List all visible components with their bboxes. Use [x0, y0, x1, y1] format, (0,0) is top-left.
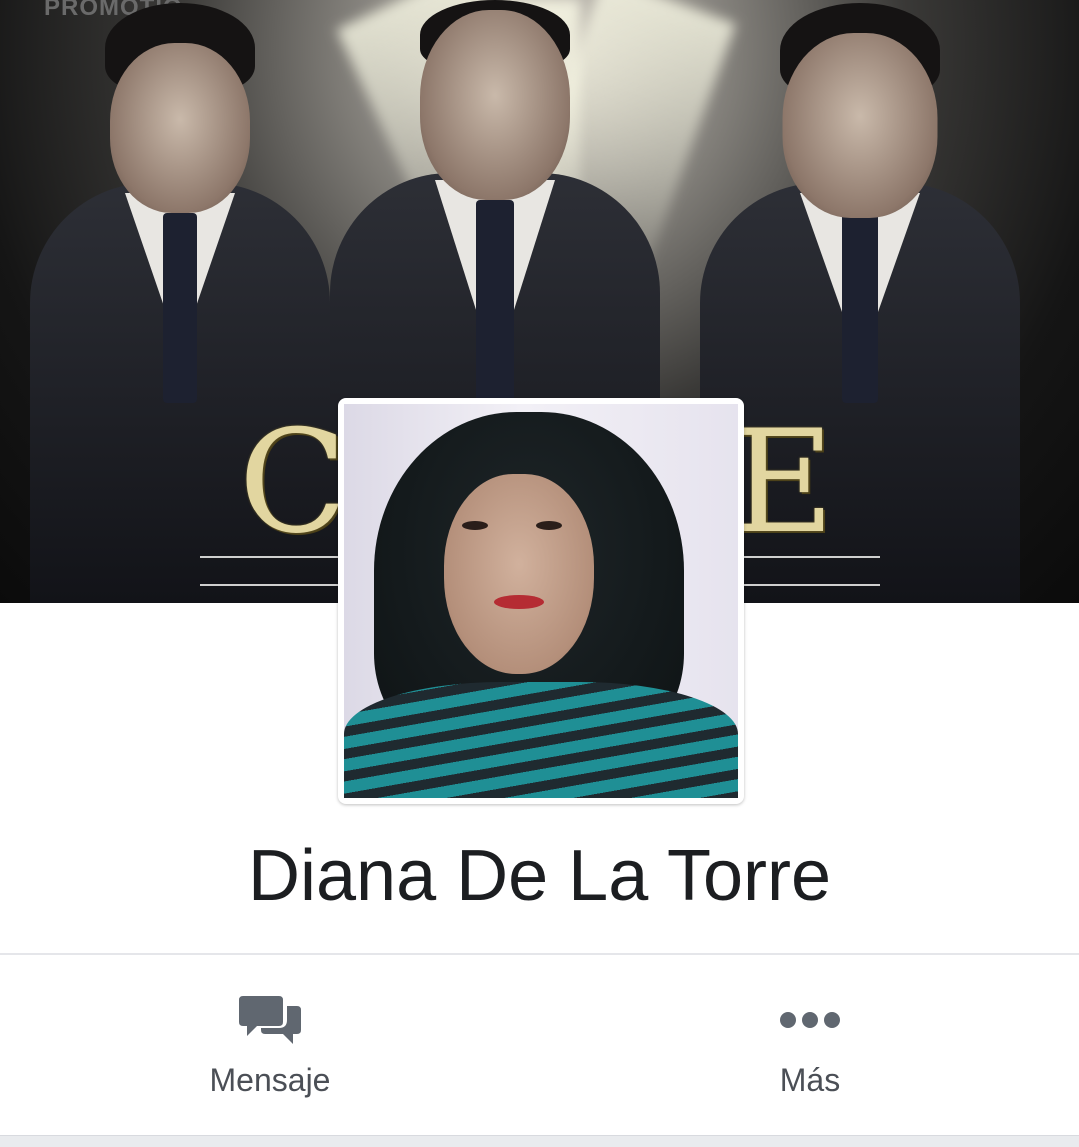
message-button[interactable]: Mensaje [120, 990, 420, 1099]
more-button-label: Más [779, 1062, 841, 1098]
message-button-label: Mensaje [209, 1062, 331, 1098]
divider [0, 953, 1079, 955]
avatar [344, 404, 738, 798]
profile-picture[interactable] [338, 398, 744, 804]
more-dots-icon [660, 990, 960, 1050]
message-bubbles-icon [120, 990, 420, 1050]
more-button[interactable]: Más [660, 990, 960, 1099]
profile-name: Diana De La Torre [248, 836, 831, 916]
section-separator [0, 1135, 1079, 1147]
